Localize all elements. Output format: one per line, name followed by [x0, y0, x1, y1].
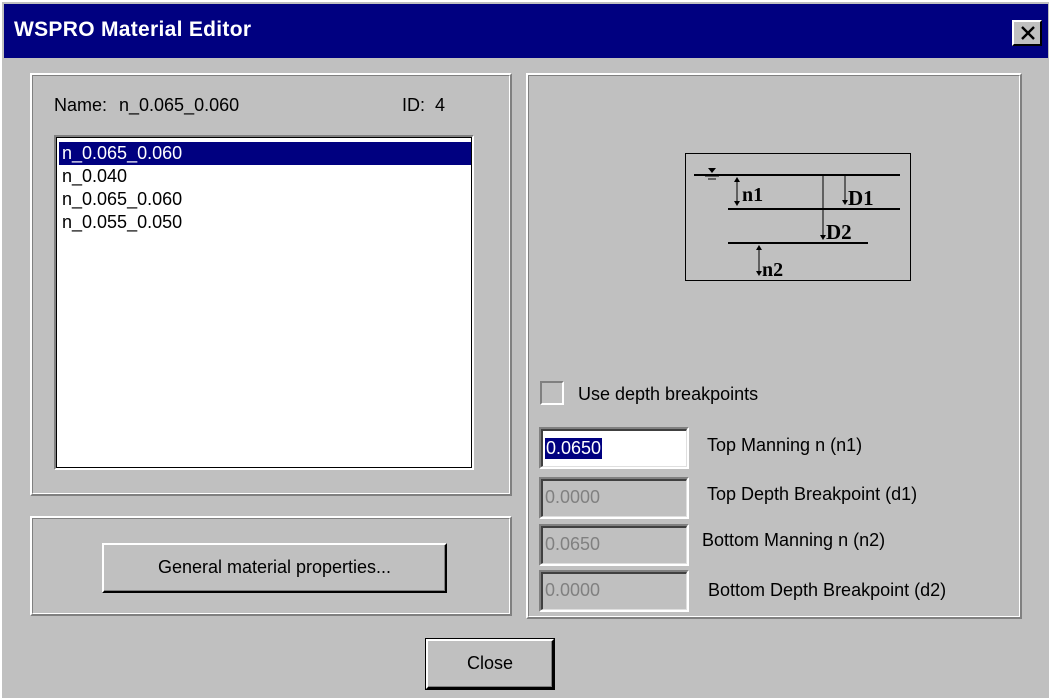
top-manning-n-label: Top Manning n (n1): [707, 435, 863, 455]
close-icon: [1021, 26, 1035, 40]
list-item[interactable]: n_0.065_0.060: [59, 142, 471, 165]
bottom-depth-breakpoint-input[interactable]: 0.0000: [539, 570, 689, 612]
use-depth-breakpoints-label: Use depth breakpoints: [578, 384, 759, 404]
bottom-depth-breakpoint-value: 0.0000: [545, 580, 601, 600]
material-listbox[interactable]: n_0.065_0.060 n_0.040 n_0.065_0.060 n_0.…: [54, 135, 474, 470]
n2-label: n2: [762, 259, 783, 280]
top-depth-breakpoint-value: 0.0000: [545, 487, 601, 507]
top-manning-n-input[interactable]: 0.0650: [539, 427, 689, 469]
list-item[interactable]: n_0.065_0.060: [59, 188, 471, 211]
bottom-manning-n-label: Bottom Manning n (n2): [702, 530, 886, 550]
name-label: Name:: [54, 95, 108, 115]
name-value: n_0.065_0.060: [119, 95, 240, 115]
depth-breakpoint-diagram: n1 D1 D2 n2: [685, 153, 911, 281]
general-material-properties-label: General material properties...: [157, 557, 392, 577]
material-editor-dialog: WSPRO Material Editor Name: n_0.065_0.06…: [0, 0, 1049, 698]
bottom-depth-breakpoint-label: Bottom Depth Breakpoint (d2): [708, 580, 947, 600]
window-title: WSPRO Material Editor: [14, 18, 252, 41]
bottom-manning-n-value: 0.0650: [545, 534, 601, 554]
bottom-manning-n-input[interactable]: 0.0650: [539, 524, 689, 566]
d1-label: D1: [848, 186, 874, 210]
id-label: ID:: [402, 95, 426, 115]
use-depth-breakpoints-checkbox[interactable]: [540, 381, 564, 405]
n1-label: n1: [742, 184, 763, 206]
top-depth-breakpoint-input[interactable]: 0.0000: [539, 477, 689, 519]
close-button[interactable]: Close: [425, 638, 555, 690]
general-material-properties-button[interactable]: General material properties...: [102, 543, 447, 593]
top-manning-n-value: 0.0650: [545, 438, 603, 459]
list-item[interactable]: n_0.040: [59, 165, 471, 188]
close-window-button[interactable]: [1012, 20, 1042, 46]
top-depth-breakpoint-label: Top Depth Breakpoint (d1): [707, 484, 918, 504]
id-value: 4: [435, 95, 446, 115]
title-bar[interactable]: WSPRO Material Editor: [4, 4, 1048, 58]
close-button-label: Close: [466, 653, 514, 673]
channel-diagram-graphic: n1 D1 D2 n2: [694, 168, 900, 281]
list-item[interactable]: n_0.055_0.050: [59, 211, 471, 234]
d2-label: D2: [826, 220, 852, 244]
